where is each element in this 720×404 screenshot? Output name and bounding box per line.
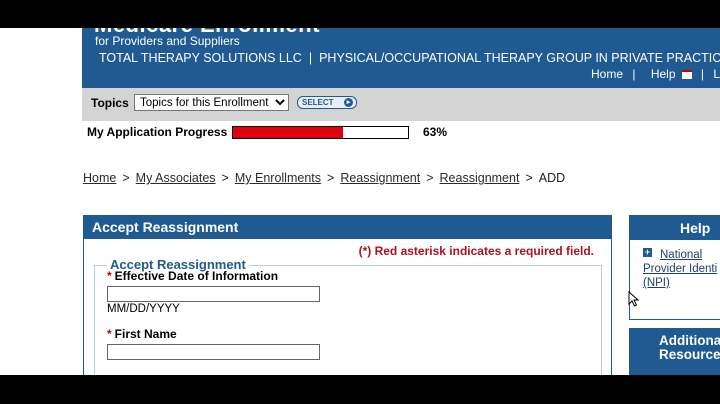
breadcrumb-my-enrollments[interactable]: My Enrollments — [235, 171, 321, 185]
required-asterisk: * — [107, 269, 112, 283]
additional-line1: Additional — [659, 333, 720, 348]
help-item-line3: (NPI) — [643, 277, 670, 289]
topics-label: Topics — [91, 96, 129, 110]
first-name-input[interactable] — [107, 344, 320, 360]
first-name-label-text: First Name — [114, 327, 177, 341]
header-left-gap — [0, 28, 82, 88]
first-name-label: * First Name — [107, 327, 177, 341]
progress-fill — [233, 127, 344, 138]
required-field-note: (*) Red asterisk indicates a required fi… — [358, 244, 594, 258]
help-item-line2: Provider Identi — [643, 263, 718, 275]
breadcrumb-separator: > — [122, 171, 130, 185]
enrollment-info: TOTAL THERAPY SOLUTIONS LLC | PHYSICAL/OCC… — [99, 51, 720, 65]
help-item-line1: National — [660, 249, 703, 261]
select-button[interactable]: SELECT ▸ — [297, 96, 357, 109]
breadcrumb-current: ADD — [538, 171, 566, 185]
provider-name: TOTAL THERAPY SOLUTIONS LLC — [99, 51, 302, 65]
progress-label: My Application Progress — [87, 125, 228, 139]
provider-type: PHYSICAL/OCCUPATIONAL THERAPY GROUP IN P… — [319, 51, 720, 65]
panel-title: Accept Reassignment — [84, 216, 611, 239]
site-subtitle: for Providers and Suppliers — [95, 34, 240, 48]
breadcrumb-my-associates[interactable]: My Associates — [136, 171, 216, 185]
breadcrumb-separator: > — [426, 171, 434, 185]
topics-bar: Topics Topics for this Enrollment SELECT… — [82, 88, 720, 121]
header-links: Home | Help | L — [585, 67, 720, 81]
breadcrumb-separator: > — [221, 171, 229, 185]
breadcrumb-reassignment[interactable]: Reassignment — [340, 171, 420, 185]
help-title: Help — [630, 216, 720, 240]
effective-date-input[interactable] — [107, 286, 320, 302]
info-separator: | — [308, 51, 313, 65]
additional-line2: Resource — [659, 347, 720, 362]
help-link[interactable]: Help — [645, 67, 692, 81]
breadcrumb-separator: > — [327, 171, 335, 185]
browser-viewport: Medicare Enrollment for Providers and Su… — [0, 28, 720, 375]
effective-date-label: * Effective Date of Information — [107, 269, 278, 283]
help-link-label: Help — [650, 67, 676, 81]
breadcrumb: Home > My Associates > My Enrollments > Reassi… — [83, 171, 565, 185]
link-separator: | — [632, 67, 636, 81]
progress-bar — [232, 126, 409, 139]
flag-icon — [681, 70, 692, 80]
breadcrumb-separator: > — [525, 171, 533, 185]
help-item-npi[interactable]: + National Provider Identi (NPI) — [643, 248, 720, 290]
effective-date-label-text: Effective Date of Information — [114, 269, 279, 283]
breadcrumb-reassignment-2[interactable]: Reassignment — [440, 171, 520, 185]
reassignment-fieldset: Accept Reassignment * Effective Date of I… — [94, 257, 602, 375]
date-format-hint: MM/DD/YYYY — [107, 303, 180, 315]
required-asterisk: * — [107, 327, 112, 341]
mouse-pointer-icon — [628, 291, 640, 307]
progress-percent: 63% — [423, 125, 448, 139]
help-box: Help + National Provider Identi (NPI) — [629, 215, 720, 320]
expand-plus-icon[interactable]: + — [643, 248, 652, 257]
arrow-right-icon: ▸ — [344, 98, 353, 107]
home-link[interactable]: Home — [591, 67, 623, 81]
link-separator: | — [700, 67, 704, 81]
additional-resources-box: Additional Resource — [629, 328, 720, 375]
accept-reassignment-panel: Accept Reassignment (*) Red asterisk ind… — [83, 215, 612, 375]
breadcrumb-home[interactable]: Home — [83, 171, 116, 185]
select-button-label: SELECT — [302, 98, 334, 107]
topics-select[interactable]: Topics for this Enrollment — [134, 94, 289, 111]
site-header: Medicare Enrollment for Providers and Su… — [82, 28, 720, 88]
extra-link[interactable]: L — [713, 67, 720, 81]
